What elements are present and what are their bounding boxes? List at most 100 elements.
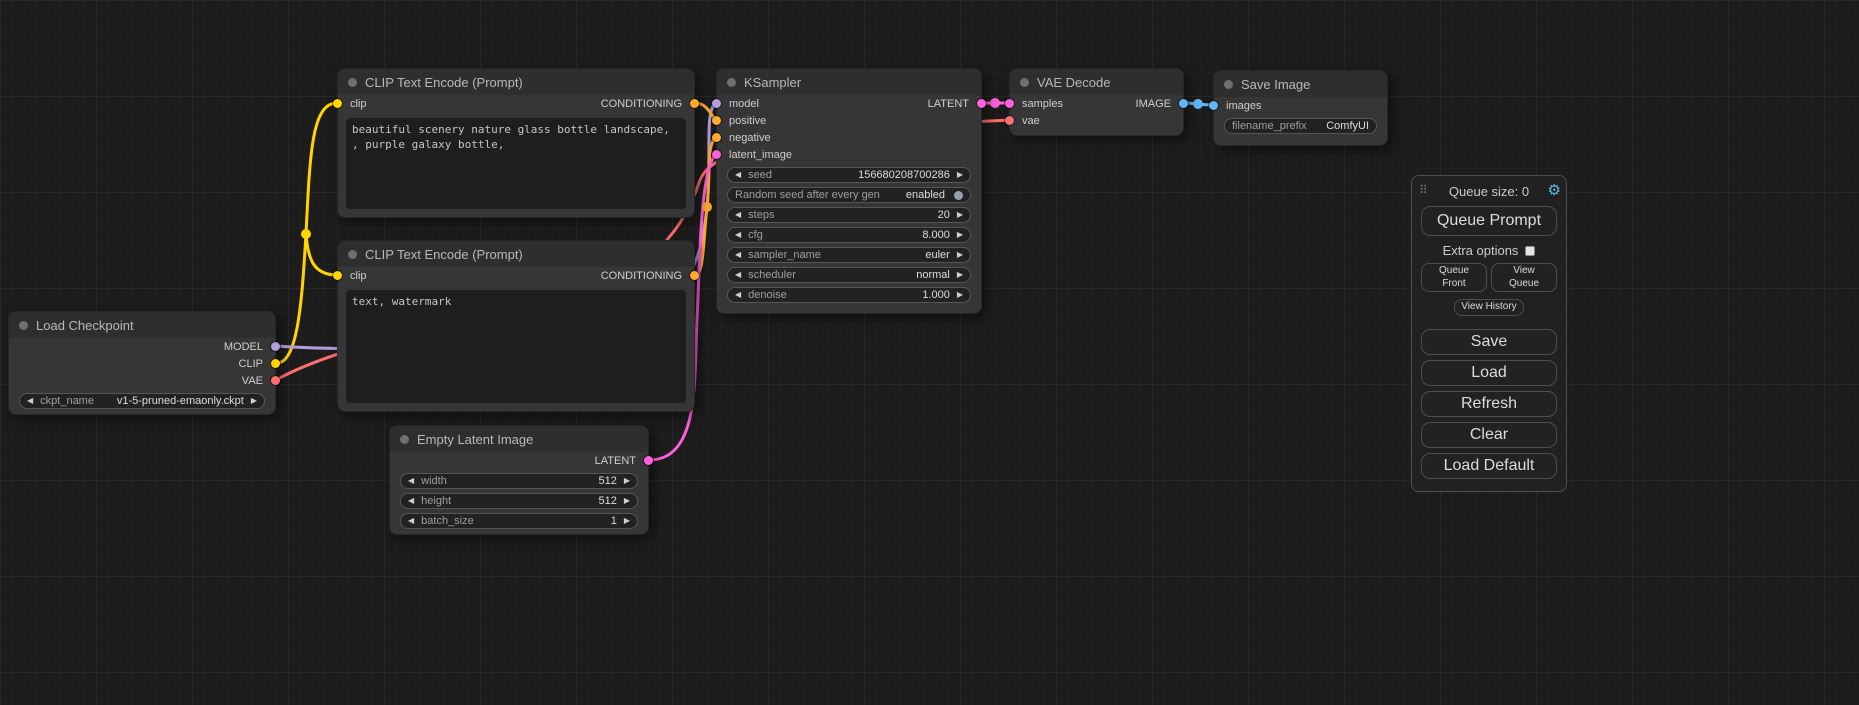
node-header[interactable]: VAE Decode: [1010, 69, 1183, 95]
widget-filename-prefix[interactable]: filename_prefix ComfyUI: [1224, 118, 1377, 134]
node-load-checkpoint[interactable]: Load Checkpoint MODEL CLIP VAE ◀ ckpt_na…: [8, 311, 276, 415]
node-save-image[interactable]: Save Image images filename_prefix ComfyU…: [1213, 70, 1388, 146]
collapse-dot-icon[interactable]: [1020, 78, 1029, 87]
view-queue-button[interactable]: View Queue: [1491, 263, 1557, 292]
slot-row: samples IMAGE: [1010, 95, 1183, 112]
arrow-left-icon[interactable]: ◀: [408, 474, 414, 488]
widget-steps[interactable]: ◀ steps 20 ▶: [727, 207, 971, 223]
arrow-right-icon[interactable]: ▶: [957, 248, 963, 262]
arrow-left-icon[interactable]: ◀: [735, 208, 741, 222]
arrow-left-icon[interactable]: ◀: [735, 228, 741, 242]
latent-image-input-dot[interactable]: [712, 150, 721, 159]
refresh-button[interactable]: Refresh: [1421, 391, 1557, 417]
node-header[interactable]: CLIP Text Encode (Prompt): [338, 241, 694, 267]
output-slot-latent: LATENT: [390, 452, 648, 469]
slot-row: clip CONDITIONING: [338, 267, 694, 284]
arrow-left-icon[interactable]: ◀: [408, 494, 414, 508]
queue-front-button[interactable]: Queue Front: [1421, 263, 1487, 292]
slot-label: samples: [1022, 98, 1063, 110]
arrow-right-icon[interactable]: ▶: [251, 394, 257, 408]
clip-input-dot[interactable]: [333, 271, 342, 280]
arrow-right-icon[interactable]: ▶: [624, 474, 630, 488]
negative-input-dot[interactable]: [712, 133, 721, 142]
image-output-dot[interactable]: [1179, 99, 1188, 108]
prompt-text-input[interactable]: beautiful scenery nature glass bottle la…: [346, 118, 686, 209]
arrow-left-icon[interactable]: ◀: [735, 268, 741, 282]
node-ksampler[interactable]: KSampler model LATENT positive negative …: [716, 68, 982, 314]
load-default-button[interactable]: Load Default: [1421, 453, 1557, 479]
extra-options-checkbox[interactable]: [1525, 246, 1535, 256]
view-history-button[interactable]: View History: [1454, 299, 1523, 316]
clip-output-dot[interactable]: [271, 359, 280, 368]
samples-input-dot[interactable]: [1005, 99, 1014, 108]
collapse-dot-icon[interactable]: [727, 78, 736, 87]
vae-input-dot[interactable]: [1005, 116, 1014, 125]
arrow-left-icon[interactable]: ◀: [408, 514, 414, 528]
widget-batch-size[interactable]: ◀ batch_size 1 ▶: [400, 513, 638, 529]
model-input-dot[interactable]: [712, 99, 721, 108]
node-header[interactable]: Empty Latent Image: [390, 426, 648, 452]
save-button[interactable]: Save: [1421, 329, 1557, 355]
arrow-left-icon[interactable]: ◀: [735, 168, 741, 182]
view-history-row: View History: [1421, 296, 1557, 316]
arrow-right-icon[interactable]: ▶: [957, 228, 963, 242]
collapse-dot-icon[interactable]: [348, 78, 357, 87]
node-header[interactable]: Save Image: [1214, 71, 1387, 97]
collapse-dot-icon[interactable]: [1224, 80, 1233, 89]
clear-button[interactable]: Clear: [1421, 422, 1557, 448]
widget-scheduler[interactable]: ◀ scheduler normal ▶: [727, 267, 971, 283]
widget-cfg[interactable]: ◀ cfg 8.000 ▶: [727, 227, 971, 243]
arrow-right-icon[interactable]: ▶: [957, 208, 963, 222]
settings-gear-icon[interactable]: ⚙: [1548, 181, 1561, 199]
arrow-left-icon[interactable]: ◀: [735, 288, 741, 302]
collapse-dot-icon[interactable]: [19, 321, 28, 330]
arrow-left-icon[interactable]: ◀: [27, 394, 33, 408]
slot-label: CLIP: [239, 358, 263, 370]
prompt-text-input[interactable]: text, watermark: [346, 290, 686, 403]
collapse-dot-icon[interactable]: [400, 435, 409, 444]
queue-small-buttons-row: Queue Front View Queue: [1421, 263, 1557, 292]
arrow-right-icon[interactable]: ▶: [957, 268, 963, 282]
widget-random-seed-toggle[interactable]: Random seed after every gen enabled: [727, 187, 971, 203]
drag-handle-icon[interactable]: ⠿: [1419, 183, 1428, 197]
arrow-right-icon[interactable]: ▶: [624, 494, 630, 508]
widget-denoise[interactable]: ◀ denoise 1.000 ▶: [727, 287, 971, 303]
vae-output-dot[interactable]: [271, 376, 280, 385]
widget-height[interactable]: ◀ height 512 ▶: [400, 493, 638, 509]
toggle-knob-icon[interactable]: [954, 191, 963, 200]
slot-label: LATENT: [595, 455, 636, 467]
conditioning-output-dot[interactable]: [690, 99, 699, 108]
widget-seed[interactable]: ◀ seed 156680208700286 ▶: [727, 167, 971, 183]
widget-sampler-name[interactable]: ◀ sampler_name euler ▶: [727, 247, 971, 263]
collapse-dot-icon[interactable]: [348, 250, 357, 259]
load-button[interactable]: Load: [1421, 360, 1557, 386]
model-output-dot[interactable]: [271, 342, 280, 351]
node-clip-text-encode-negative[interactable]: CLIP Text Encode (Prompt) clip CONDITION…: [337, 240, 695, 412]
wire-midpoint-dot-clip: [301, 229, 311, 239]
wire-midpoint-dot-conditioning: [702, 202, 712, 212]
arrow-right-icon[interactable]: ▶: [957, 168, 963, 182]
slot-label: latent_image: [729, 149, 792, 161]
latent-output-dot[interactable]: [977, 99, 986, 108]
arrow-left-icon[interactable]: ◀: [735, 248, 741, 262]
slot-label: clip: [350, 98, 367, 110]
clip-input-dot[interactable]: [333, 99, 342, 108]
node-graph-canvas[interactable]: Load Checkpoint MODEL CLIP VAE ◀ ckpt_na…: [0, 0, 1859, 705]
node-header[interactable]: KSampler: [717, 69, 981, 95]
queue-panel-header: ⠿ Queue size: 0 ⚙: [1421, 181, 1557, 201]
positive-input-dot[interactable]: [712, 116, 721, 125]
node-header[interactable]: Load Checkpoint: [9, 312, 275, 338]
conditioning-output-dot[interactable]: [690, 271, 699, 280]
widget-ckpt-name[interactable]: ◀ ckpt_name v1-5-pruned-emaonly.ckpt ▶: [19, 393, 265, 409]
node-header[interactable]: CLIP Text Encode (Prompt): [338, 69, 694, 95]
node-clip-text-encode-positive[interactable]: CLIP Text Encode (Prompt) clip CONDITION…: [337, 68, 695, 218]
images-input-dot[interactable]: [1209, 101, 1218, 110]
queue-prompt-button[interactable]: Queue Prompt: [1421, 206, 1557, 236]
widget-width[interactable]: ◀ width 512 ▶: [400, 473, 638, 489]
node-vae-decode[interactable]: VAE Decode samples IMAGE vae: [1009, 68, 1184, 136]
arrow-right-icon[interactable]: ▶: [957, 288, 963, 302]
arrow-right-icon[interactable]: ▶: [624, 514, 630, 528]
node-empty-latent-image[interactable]: Empty Latent Image LATENT ◀ width 512 ▶ …: [389, 425, 649, 535]
latent-output-dot[interactable]: [644, 456, 653, 465]
node-title: KSampler: [744, 75, 801, 90]
